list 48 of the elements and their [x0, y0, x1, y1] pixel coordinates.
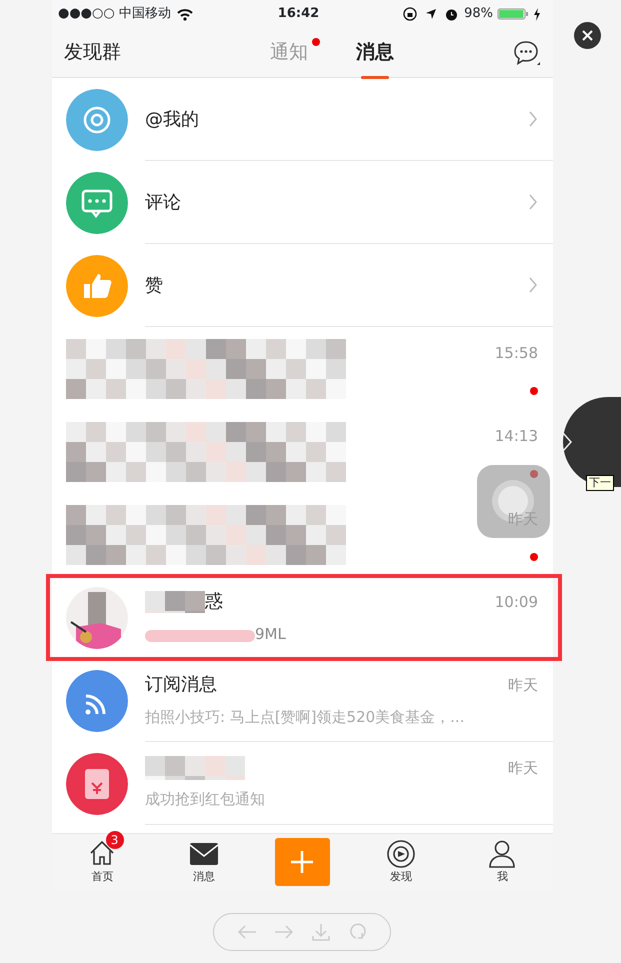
conversation-title: 订阅消息 [145, 673, 218, 698]
close-button[interactable] [574, 22, 601, 49]
assistive-touch-button[interactable] [477, 465, 550, 538]
plus-icon [289, 849, 316, 875]
next-button[interactable] [563, 397, 621, 487]
money-envelope-icon [66, 752, 128, 814]
download-icon[interactable] [310, 921, 332, 943]
tooltip: 下一 [586, 475, 614, 491]
tab-bar-item[interactable]: 发现 [371, 838, 432, 886]
chevron-icon [528, 110, 538, 128]
contact-name: 惑 [205, 590, 223, 614]
pixelated-content [145, 590, 205, 613]
timestamp: 昨天 [508, 509, 538, 530]
chevron-icon [528, 276, 538, 294]
tab-bar-item[interactable]: 我 [472, 838, 532, 886]
comment-icon [66, 172, 128, 234]
charging-icon [533, 8, 541, 20]
carrier-label: ●●●○○ 中国移动 [58, 5, 171, 24]
tab-bar-item[interactable]: 消息 [174, 838, 234, 886]
tab[interactable]: 消息 [354, 40, 396, 65]
timestamp: 昨天 [508, 758, 538, 779]
message-preview: 成功抢到红包通知 [145, 788, 266, 810]
person-icon [487, 838, 518, 869]
battery-icon [497, 8, 531, 20]
wifi-icon [176, 7, 194, 21]
compass-icon [386, 838, 416, 869]
timestamp: 14:13 [494, 426, 538, 448]
timestamp: 10:09 [494, 592, 538, 613]
chat-icon[interactable] [513, 40, 541, 66]
rotation-lock-icon [403, 7, 418, 21]
notification-label[interactable]: @我的 [145, 106, 528, 132]
battery-label: 98% [464, 5, 493, 24]
clock-label: 16:42 [278, 6, 320, 22]
page-title: 发现群 [64, 40, 121, 66]
alarm-icon [445, 8, 458, 20]
rss-icon [66, 670, 128, 732]
add-button[interactable] [274, 838, 330, 886]
count-badge: 3 [106, 830, 124, 849]
message-preview: 9ML [255, 624, 286, 646]
tab-underline [361, 76, 389, 79]
timestamp: 昨天 [508, 674, 538, 696]
chevron-icon [528, 193, 538, 211]
notification-label[interactable]: 评论 [145, 188, 528, 216]
notification-label[interactable]: 赞 [145, 272, 528, 298]
timestamp: 15:58 [494, 343, 538, 364]
thumbs-up-icon [66, 254, 128, 316]
message-preview: 拍照小技巧: 马上点[赞啊]领走520美食基金，... [145, 707, 466, 728]
location-icon [425, 8, 438, 20]
